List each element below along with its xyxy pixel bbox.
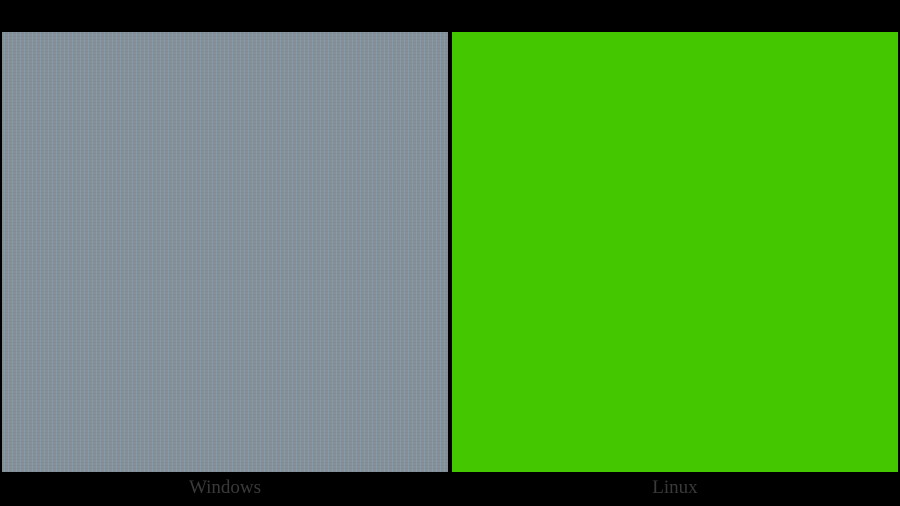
- panel-label-windows: Windows: [189, 477, 261, 499]
- header-bar-left: [2, 2, 448, 32]
- panel-linux: Linux: [450, 0, 900, 506]
- panel-label-linux: Linux: [652, 477, 697, 499]
- header-bar-right: [452, 2, 898, 32]
- panel-windows: Windows: [0, 0, 450, 506]
- footer-bar-left: Windows: [2, 472, 448, 504]
- footer-bar-right: Linux: [452, 472, 898, 504]
- content-area-linux: [452, 32, 898, 472]
- noise-pattern-display: [2, 32, 448, 472]
- content-area-windows: [2, 32, 448, 472]
- solid-green-display: [452, 32, 898, 472]
